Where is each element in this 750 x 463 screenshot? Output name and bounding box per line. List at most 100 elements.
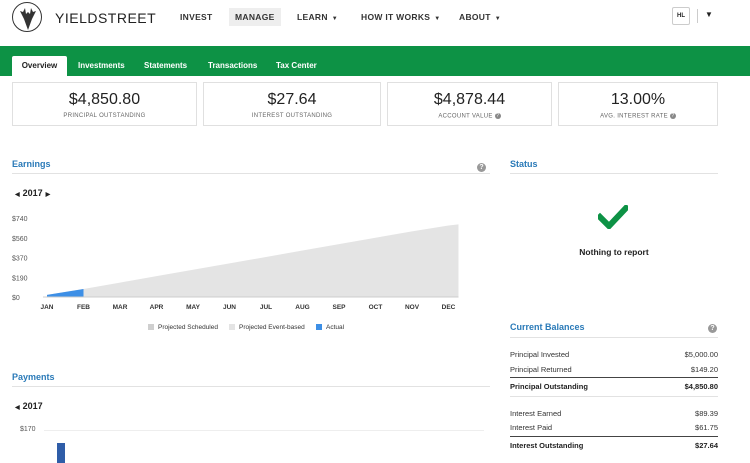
y-tick-label: $370 [12,256,28,263]
x-tick-label: JAN [40,304,53,311]
legend-swatch [316,324,322,331]
payments-y-tick: $170 [20,426,36,433]
y-tick-label: $560 [12,236,28,243]
x-tick-label: MAR [113,304,128,311]
checkmark-icon [598,205,628,229]
brand-name[interactable]: YIELDSTREET [55,10,156,26]
nav-invest[interactable]: INVEST [180,12,213,22]
y-tick-label: $740 [12,216,28,223]
balance-row: Principal Returned $149.20 [510,365,718,374]
balance-label: Principal Returned [510,365,572,374]
next-year-icon[interactable]: ▶ [46,192,51,198]
balance-amount: $149.20 [690,365,718,374]
yieldstreet-logo[interactable] [12,2,42,32]
balance-amount: $89.39 [695,409,718,418]
balances-separator [510,396,718,397]
earnings-chart: $740 $560 $370 $190 $0 JAN FEB MAR APR MAY JUN JUL A… [12,216,459,311]
nav-label: INVEST [180,12,213,22]
tab-transactions[interactable]: Transactions [208,61,257,70]
stat-label: ACCOUNT VALUE ? [388,113,551,120]
top-nav: YIELDSTREET INVEST MANAGE LEARN ▼ HOW IT WOR… [0,0,750,34]
balance-label: Interest Outstanding [510,441,584,450]
legend-actual: Actual [316,324,344,331]
x-tick-label: AUG [295,304,309,311]
stat-label: PRINCIPAL OUTSTANDING [63,113,146,119]
x-tick-label: MAY [186,304,201,311]
balance-amount: $61.75 [695,423,718,432]
balance-row: Interest Paid $61.75 [510,423,718,432]
balance-total-row: Interest Outstanding $27.64 [510,441,718,450]
stat-value: $4,850.80 [68,91,141,108]
earnings-help-icon[interactable]: ? [477,163,486,172]
legend-label: Actual [326,324,345,331]
balances-title: Current Balances [510,322,585,332]
stat-card-interest-outstanding: $27.64 INTEREST OUTSTANDING [203,82,381,126]
tab-investments[interactable]: Investments [78,61,125,70]
x-tick-label: NOV [405,304,420,311]
legend-swatch [229,324,235,331]
nav-label: LEARN [297,12,328,22]
status-message: Nothing to report [579,247,649,257]
balance-label: Principal Invested [510,350,570,359]
nav-learn[interactable]: LEARN ▼ [297,12,338,22]
balance-label: Interest Earned [510,409,562,418]
tab-statements[interactable]: Statements [144,61,187,70]
balance-total-row: Principal Outstanding $4,850.80 [510,382,718,391]
stat-label-text: ACCOUNT VALUE [438,113,493,120]
chevron-down-icon: ▼ [494,16,501,22]
account-tab-bar: Overview Investments Statements Transact… [0,46,750,76]
user-avatar[interactable]: HL [672,7,690,25]
legend-swatch [148,324,154,331]
x-tick-label: APR [150,304,164,311]
tab-tax-center[interactable]: Tax Center [276,61,317,70]
x-tick-label: JUL [260,304,272,311]
payments-bar [57,443,65,463]
help-icon[interactable]: ? [669,113,676,119]
balances-help-icon[interactable]: ? [708,324,717,333]
chevron-down-icon: ▼ [331,16,339,22]
status-title: Status [510,159,538,169]
stat-label-text: AVG. INTEREST RATE [600,113,668,120]
status-divider [510,173,718,174]
help-icon[interactable]: ? [494,113,501,119]
balance-amount: $4,850.80 [684,382,718,391]
balance-row: Interest Earned $89.39 [510,409,718,418]
nav-label: MANAGE [235,12,275,22]
stat-value: $4,878.44 [433,91,506,108]
legend-projected-event-based: Projected Event-based [229,324,305,331]
stat-label: AVG. INTEREST RATE ? [559,113,717,120]
prev-year-icon[interactable]: ◀ [15,405,20,411]
balance-label: Interest Paid [510,423,553,432]
payments-title: Payments [12,372,55,382]
x-tick-label: DEC [442,304,456,311]
nav-about[interactable]: ABOUT ▼ [459,12,501,22]
nav-label: HOW IT WORKS [361,12,431,22]
earnings-divider [12,173,490,174]
account-menu-caret-icon[interactable]: ▼ [705,10,713,19]
legend-label: Projected Scheduled [158,324,218,331]
earnings-title: Earnings [12,159,51,169]
balances-divider [510,337,718,338]
earnings-year: 2017 [22,188,43,198]
balance-row: Principal Invested $5,000.00 [510,350,718,359]
projected-event-based-area [47,224,459,297]
stat-card-account-value: $4,878.44 ACCOUNT VALUE ? [387,82,552,126]
balance-amount: $5,000.00 [684,350,718,359]
nav-how-it-works[interactable]: HOW IT WORKS ▼ [361,12,440,22]
nav-label: ABOUT [459,12,491,22]
stat-value: 13.00% [610,91,666,108]
payments-divider [12,386,490,387]
nav-manage[interactable]: MANAGE [229,8,281,26]
tab-overview[interactable]: Overview [12,56,67,76]
stat-card-principal-outstanding: $4,850.80 PRINCIPAL OUTSTANDING [12,82,197,126]
x-tick-label: JUN [223,304,236,311]
prev-year-icon[interactable]: ◀ [15,192,20,198]
stat-value: $27.64 [267,91,317,108]
chevron-down-icon: ▼ [434,16,441,22]
legend-label: Projected Event-based [239,324,305,331]
payments-gridline [44,430,484,431]
legend-projected-scheduled: Projected Scheduled [148,324,218,331]
stat-label: INTEREST OUTSTANDING [251,113,333,119]
balance-total-rule [510,377,718,378]
y-tick-label: $190 [12,275,28,282]
